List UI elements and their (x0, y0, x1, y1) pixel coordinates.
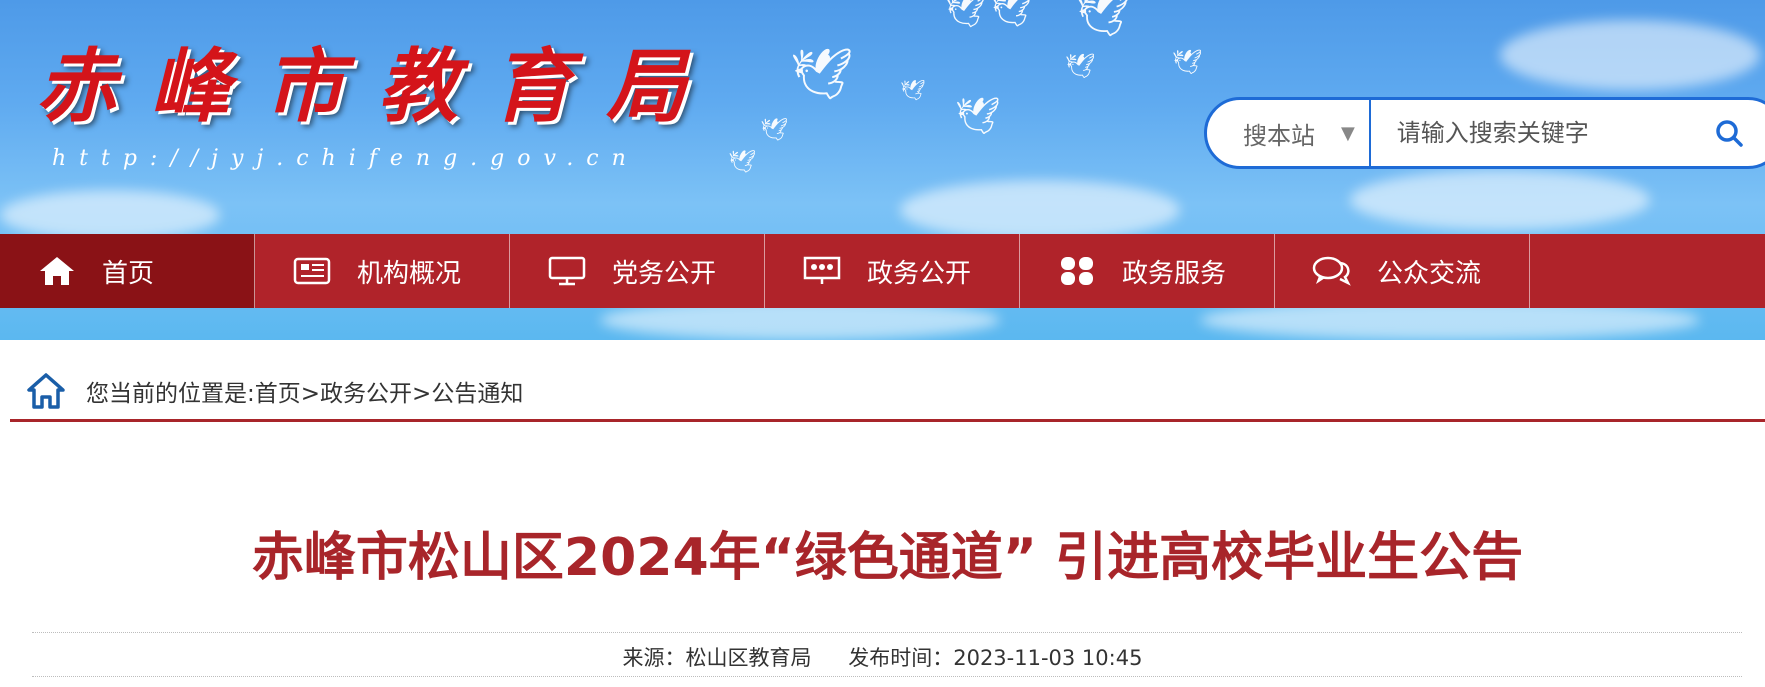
nav-label: 政务公开 (867, 258, 972, 289)
nav-item-public-exchange[interactable]: 公众交流 (1275, 234, 1530, 308)
monitor-icon (546, 254, 588, 288)
nav-item-government-affairs[interactable]: 政务公开 (765, 234, 1020, 308)
nav-label: 政务服务 (1122, 258, 1227, 289)
chat-icon (1311, 254, 1353, 288)
cloud-decoration (900, 180, 1180, 240)
search-scope-select[interactable]: 搜本站 ▼ (1207, 100, 1371, 166)
nav-item-home[interactable]: 首页 (0, 234, 255, 308)
breadcrumb-link-government-affairs[interactable]: 政务公开 (320, 381, 412, 407)
divider (32, 676, 1742, 677)
divider (32, 632, 1742, 633)
nav-label: 公众交流 (1377, 258, 1482, 289)
dove-icon: 🕊 (945, 0, 986, 30)
cloud-decoration (1350, 170, 1650, 230)
breadcrumb-prefix: 您当前的位置是: (86, 380, 255, 407)
breadcrumb-link-notices[interactable]: 公告通知 (431, 381, 523, 407)
dove-icon: 🕊 (790, 45, 854, 103)
main-nav: 首页 机构概况 党务公开 政务公开 政务服务 公众交流 (0, 234, 1765, 308)
nav-item-government-services[interactable]: 政务服务 (1020, 234, 1275, 308)
dove-icon: 🕊 (1065, 52, 1096, 80)
search-scope-label: 搜本站 (1243, 121, 1315, 150)
grid-icon (1056, 254, 1098, 288)
article-publish-time: 发布时间：2023-11-03 10:45 (848, 646, 1143, 670)
presentation-icon (801, 254, 843, 288)
breadcrumb-separator: > (300, 380, 321, 407)
home-icon (36, 254, 78, 288)
nav-label: 机构概况 (357, 258, 462, 289)
search-icon (1716, 120, 1743, 147)
dove-icon: 🕊 (728, 150, 756, 175)
breadcrumb-separator: > (412, 380, 432, 407)
dove-icon: 🕊 (1075, 0, 1131, 40)
nav-item-organization[interactable]: 机构概况 (255, 234, 510, 308)
cloud-decoration (1500, 20, 1760, 90)
newspaper-icon (291, 254, 333, 288)
nav-item-party-affairs[interactable]: 党务公开 (510, 234, 765, 308)
article-meta: 来源：松山区教育局 发布时间：2023-11-03 10:45 (0, 642, 1765, 672)
site-logo-title[interactable]: 赤峰市教育局 (36, 46, 720, 126)
nav-label: 首页 (102, 258, 155, 289)
dove-icon: 🕊 (1172, 48, 1203, 76)
breadcrumb: 您当前的位置是:首页>政务公开>公告通知 (10, 362, 1765, 422)
site-url: http://jyj.chifeng.gov.cn (52, 146, 639, 171)
dove-icon: 🕊 (760, 118, 788, 143)
breadcrumb-link-home[interactable]: 首页 (255, 381, 301, 407)
dropdown-arrow-icon: ▼ (1341, 122, 1355, 144)
dove-icon: 🕊 (900, 78, 926, 102)
search-button[interactable] (1697, 100, 1761, 166)
dove-icon: 🕊 (990, 0, 1034, 30)
home-icon[interactable] (26, 371, 66, 411)
cloud-decoration (0, 190, 220, 240)
search-box: 搜本站 ▼ (1204, 97, 1765, 169)
article-title: 赤峰市松山区2024年“绿色通道” 引进高校毕业生公告 (251, 528, 1524, 588)
search-input[interactable] (1370, 100, 1697, 166)
nav-label: 党务公开 (612, 258, 717, 289)
article-source: 来源：松山区教育局 (622, 646, 812, 670)
dove-icon: 🕊 (955, 96, 1001, 137)
